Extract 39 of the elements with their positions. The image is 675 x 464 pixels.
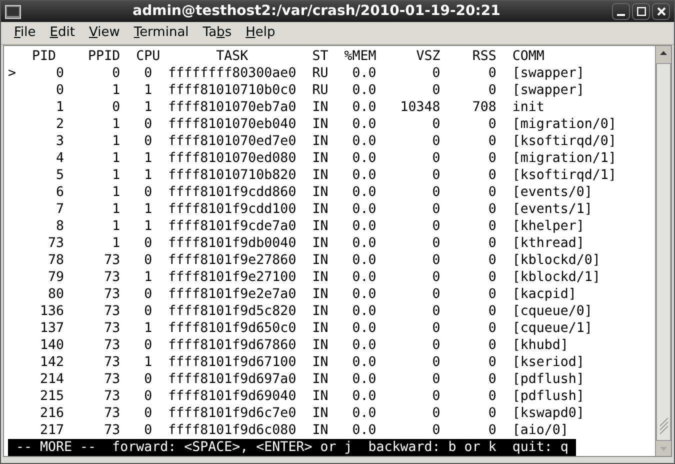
maximize-icon bbox=[636, 7, 646, 16]
close-icon bbox=[656, 7, 666, 16]
minimize-icon bbox=[617, 14, 625, 16]
terminal-line: 214 73 0 ffff8101f9d697a0 IN 0.0 0 0 [pdflush] bbox=[39, 371, 584, 388]
terminal-line: 3 1 0 ffff8101070ed7e0 IN 0.0 0 0 [ksoftirqd/0] bbox=[55, 133, 616, 150]
terminal-line: 5 1 1 ffff81010710b820 IN 0.0 0 0 [ksoftirqd/1] bbox=[55, 167, 616, 184]
terminal-line: 142 73 1 ffff8101f9d67100 IN 0.0 0 0 [kseriod] bbox=[39, 354, 584, 371]
terminal-line: 6 1 0 ffff8101f9cdd860 IN 0.0 0 0 [events/0] bbox=[55, 184, 592, 201]
terminal-line: 216 73 0 ffff8101f9d6c7e0 IN 0.0 0 0 [kswapd0] bbox=[39, 405, 584, 422]
terminal-line: 79 73 1 ffff8101f9e27100 IN 0.0 0 0 [kblockd/1] bbox=[47, 269, 600, 286]
menu-item[interactable]: Terminal bbox=[126, 23, 196, 43]
maximize-button[interactable] bbox=[632, 3, 650, 20]
menu-item[interactable]: Help bbox=[238, 23, 282, 43]
grip-icon bbox=[658, 416, 668, 436]
terminal-line: 0 1 1 ffff81010710b0c0 RU 0.0 0 0 [swapper] bbox=[55, 82, 584, 99]
terminal-line: 217 73 0 ffff8101f9d6c080 IN 0.0 0 0 [aio/0] bbox=[39, 422, 568, 439]
menu-item[interactable]: Tabs bbox=[196, 23, 239, 43]
terminal-line: 2 1 0 ffff8101070eb040 IN 0.0 0 0 [migration/0] bbox=[55, 116, 616, 133]
terminal-icon bbox=[5, 4, 21, 18]
terminal-line: 1 0 1 ffff8101070eb7a0 IN 0.0 10348 708 init bbox=[55, 99, 544, 116]
terminal-line: > 0 0 0 ffffffff80300ae0 RU 0.0 0 0 [swapper] bbox=[8, 65, 584, 82]
minimize-button[interactable] bbox=[612, 3, 630, 20]
menu-item[interactable]: View bbox=[82, 23, 127, 43]
terminal-line: 4 1 1 ffff8101070ed080 IN 0.0 0 0 [migration/1] bbox=[55, 150, 616, 167]
terminal-line: 136 73 0 ffff8101f9d5c820 IN 0.0 0 0 [cqueue/0] bbox=[39, 303, 592, 320]
terminal-line: 140 73 0 ffff8101f9d67860 IN 0.0 0 0 [khubd] bbox=[39, 337, 568, 354]
terminal-line: 215 73 0 ffff8101f9d69040 IN 0.0 0 0 [pdflush] bbox=[39, 388, 584, 405]
terminal-line: PID PPID CPU TASK ST %MEM VSZ RSS COMM bbox=[31, 48, 544, 65]
terminal-line: 8 1 1 ffff8101f9cde7a0 IN 0.0 0 0 [khelper] bbox=[55, 218, 584, 235]
window-title: admin@testhost2:/var/crash/2010-01-19-20:21 bbox=[132, 2, 500, 21]
terminal-line: 137 73 1 ffff8101f9d650c0 IN 0.0 0 0 [cqueue/1] bbox=[39, 320, 592, 337]
menu-item[interactable]: Edit bbox=[42, 23, 82, 43]
terminal-line: 7 1 1 ffff8101f9cdd100 IN 0.0 0 0 [events/1] bbox=[55, 201, 592, 218]
menu-item[interactable]: File bbox=[7, 23, 43, 43]
terminal-line: 78 73 0 ffff8101f9e27860 IN 0.0 0 0 [kblockd/0] bbox=[47, 252, 600, 269]
pager-prompt: -- MORE -- forward: <SPACE>, <ENTER> or j backward: b or k quit: q bbox=[8, 439, 576, 456]
terminal-line: 80 73 0 ffff8101f9e2e7a0 IN 0.0 0 0 [kacpid] bbox=[47, 286, 576, 303]
terminal-line: 73 1 0 ffff8101f9db0040 IN 0.0 0 0 [kthread] bbox=[47, 235, 584, 252]
close-button[interactable] bbox=[652, 3, 670, 20]
